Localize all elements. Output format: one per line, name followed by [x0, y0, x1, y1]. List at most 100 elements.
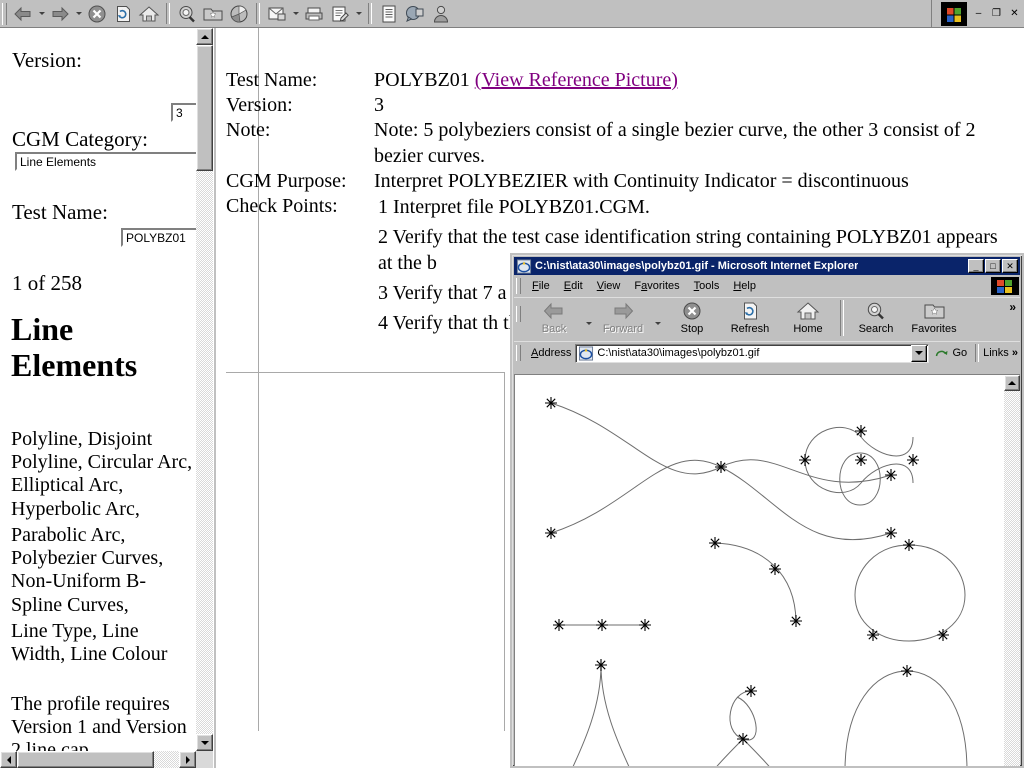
ie-logo-animation[interactable] — [991, 277, 1019, 295]
toolbar-grip[interactable] — [2, 3, 7, 25]
scroll-thumb-horizontal[interactable] — [17, 751, 154, 768]
print-button[interactable] — [301, 2, 327, 26]
cgm-category-input[interactable]: Line Elements — [15, 152, 213, 171]
control-point-marker — [715, 461, 727, 473]
toolbar-overflow-button[interactable]: » — [1009, 298, 1020, 314]
ie-favorites-button[interactable]: Favorites — [905, 298, 963, 338]
ie-title-bar[interactable]: C:\nist\ata30\images\polybz01.gif - Micr… — [514, 257, 1020, 275]
version-label: Version: — [12, 48, 82, 73]
triangle-up-icon — [201, 35, 209, 39]
chevron-down-icon — [655, 322, 661, 325]
menu-tools[interactable]: Tools — [687, 278, 727, 294]
test-name-label: Test Name: — [12, 200, 108, 225]
left-frame-horizontal-scrollbar[interactable] — [0, 751, 213, 768]
ie-close-button[interactable]: ✕ — [1002, 259, 1018, 273]
back-dropdown[interactable] — [36, 2, 47, 26]
ie-forward-dropdown[interactable] — [652, 298, 663, 338]
edit-dropdown[interactable] — [353, 2, 364, 26]
menu-help[interactable]: Help — [726, 278, 763, 294]
menu-favorites[interactable]: Favorites — [627, 278, 686, 294]
control-point-marker — [937, 629, 949, 641]
ie-forward-button[interactable]: Forward — [594, 298, 652, 338]
ie-stop-label: Stop — [681, 323, 704, 335]
forward-button[interactable] — [47, 2, 73, 26]
host-close-button[interactable]: ✕ — [1006, 6, 1023, 21]
ie-stop-button[interactable]: Stop — [663, 298, 721, 338]
toolbar-grip[interactable] — [516, 306, 521, 322]
ie-maximize-button[interactable]: □ — [985, 259, 1001, 273]
table-row: Version: 3 — [226, 93, 1014, 118]
document-button[interactable] — [376, 2, 402, 26]
go-button[interactable]: Go — [929, 347, 973, 360]
mail-icon — [266, 4, 288, 24]
scroll-thumb[interactable] — [196, 45, 213, 171]
stop-button[interactable] — [84, 2, 110, 26]
ie-refresh-label: Refresh — [731, 323, 770, 335]
row-key: Test Name: — [226, 68, 374, 93]
table-row: Test Name: POLYBZ01 (View Reference Pict… — [226, 68, 1014, 93]
go-label: Go — [952, 347, 967, 359]
favorites-button[interactable] — [200, 2, 226, 26]
control-point-marker — [769, 563, 781, 575]
forward-dropdown[interactable] — [73, 2, 84, 26]
ie-forward-label: Forward — [603, 323, 643, 335]
row-value: Interpret POLYBEZIER with Continuity Ind… — [374, 169, 1014, 194]
ie-refresh-button[interactable]: Refresh — [721, 298, 779, 338]
edit-button[interactable] — [327, 2, 353, 26]
favorites-folder-icon — [202, 5, 224, 23]
ie-back-dropdown[interactable] — [583, 298, 594, 338]
row-value: Note: 5 polybeziers consist of a single … — [374, 118, 1014, 168]
links-button[interactable]: Links » — [981, 347, 1020, 359]
sidebar-paragraph-1: Polyline, Disjoint Polyline, Circular Ar… — [11, 428, 196, 521]
host-minimize-button[interactable]: – — [970, 6, 987, 21]
menu-file[interactable]: File — [525, 278, 557, 294]
ie-minimize-button[interactable]: _ — [968, 259, 984, 273]
ie-toolbar: Back Forward Stop — [514, 297, 1020, 340]
ie-home-button[interactable]: Home — [779, 298, 837, 338]
chevron-down-icon — [356, 12, 362, 15]
view-reference-picture-link[interactable]: (View Reference Picture) — [475, 69, 678, 91]
cgm-category-label: CGM Category: — [12, 127, 148, 152]
back-button[interactable] — [10, 2, 36, 26]
refresh-button[interactable] — [110, 2, 136, 26]
scroll-right-button[interactable] — [179, 751, 196, 768]
control-point-marker — [867, 629, 879, 641]
refresh-icon — [740, 300, 760, 322]
address-input[interactable]: C:\nist\ata30\images\polybz01.gif — [575, 344, 929, 363]
left-frame-vertical-scrollbar[interactable] — [196, 28, 213, 751]
mail-button[interactable] — [264, 2, 290, 26]
discuss-button[interactable] — [402, 2, 428, 26]
host-maximize-button[interactable]: ❐ — [988, 6, 1005, 21]
scroll-track[interactable] — [1004, 391, 1020, 766]
toolbar-separator — [166, 3, 170, 24]
mail-dropdown[interactable] — [290, 2, 301, 26]
internet-explorer-icon — [578, 346, 594, 361]
ie-search-button[interactable]: Search — [847, 298, 905, 338]
menu-view[interactable]: View — [590, 278, 628, 294]
scroll-left-button[interactable] — [0, 751, 17, 768]
triangle-right-icon — [186, 756, 190, 764]
chevron-down-icon — [76, 12, 82, 15]
addressbar-grip[interactable] — [516, 345, 521, 361]
address-dropdown-button[interactable] — [911, 345, 927, 362]
ie-window-title: C:\nist\ata30\images\polybz01.gif - Micr… — [535, 260, 858, 272]
home-button[interactable] — [136, 2, 162, 26]
triangle-down-icon — [915, 351, 923, 355]
menubar-grip[interactable] — [516, 278, 521, 294]
windows-logo-animation[interactable] — [941, 2, 967, 26]
search-button[interactable] — [174, 2, 200, 26]
go-arrow-icon — [935, 347, 949, 360]
ie-window-buttons: _ □ ✕ — [968, 259, 1018, 273]
document-icon — [379, 4, 399, 24]
history-button[interactable] — [226, 2, 252, 26]
ie-back-button[interactable]: Back — [525, 298, 583, 338]
toolbar-separator — [368, 3, 372, 24]
scroll-up-button[interactable] — [196, 28, 213, 45]
scroll-down-button[interactable] — [196, 734, 213, 751]
row-key: Version: — [226, 93, 374, 118]
menu-edit[interactable]: Edit — [557, 278, 590, 294]
discuss-icon — [404, 4, 426, 24]
person-button[interactable] — [428, 2, 454, 26]
scroll-up-button[interactable] — [1004, 375, 1020, 391]
ie-vertical-scrollbar[interactable] — [1004, 375, 1020, 766]
